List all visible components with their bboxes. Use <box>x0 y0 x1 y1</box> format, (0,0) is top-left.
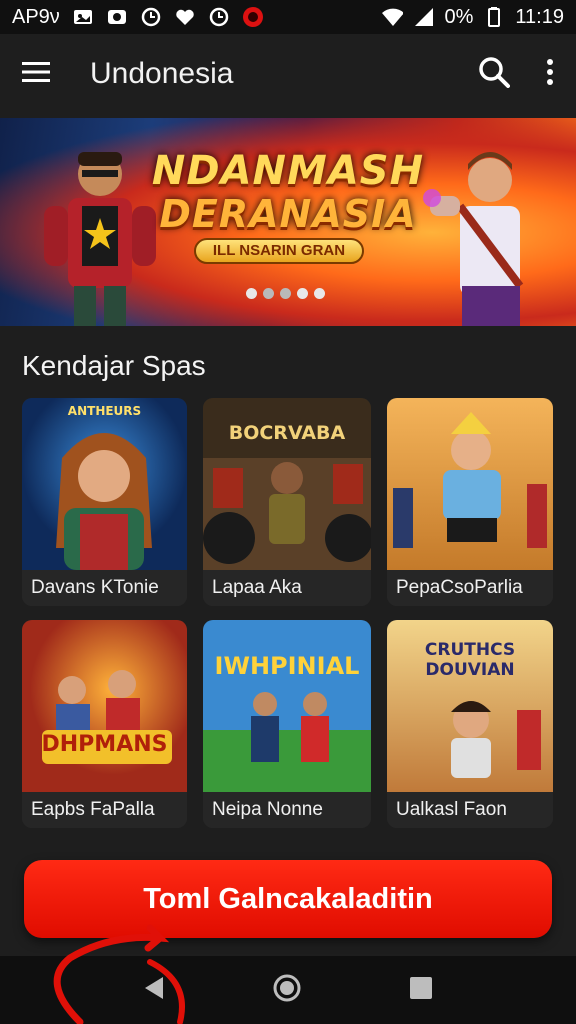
game-card-label: Neipa Nonne <box>203 792 371 828</box>
game-grid: ANTHEURS Davans KTonie BOCRVABA Lapaa Ak… <box>22 398 553 828</box>
game-card[interactable]: DHPMANS Eapbs FaPalla <box>22 620 187 828</box>
card-art-title: ANTHEURS <box>67 404 142 418</box>
game-card-label: PepaCsoParlia <box>387 570 553 606</box>
primary-cta-button[interactable]: Toml Galncakaladitin <box>24 860 552 938</box>
battery-icon <box>483 6 505 28</box>
carousel-dot[interactable] <box>246 288 257 299</box>
app-bar: Undonesia <box>0 34 576 114</box>
wifi-icon <box>381 6 403 28</box>
camera-icon <box>106 6 128 28</box>
card-art-title: CRUTHCS DOUVIAN <box>424 640 516 680</box>
game-card-label: Davans KTonie <box>22 570 187 606</box>
game-card[interactable]: PepaCsoParlia <box>387 398 553 606</box>
system-nav-bar <box>0 956 576 1024</box>
gallery-icon <box>72 6 94 28</box>
game-thumbnail <box>203 620 371 792</box>
game-thumbnail <box>22 398 187 570</box>
game-card-label: Lapaa Aka <box>203 570 371 606</box>
game-card-label: Ualkasl Faon <box>387 792 553 828</box>
promo-banner[interactable]: NDANMASH DERANASIA ILL NSARIN GRAN <box>0 118 576 326</box>
card-art-title: IWHPINIAL <box>214 652 360 680</box>
carousel-dot[interactable] <box>297 288 308 299</box>
carousel-dot[interactable] <box>314 288 325 299</box>
recents-icon[interactable] <box>409 976 433 1005</box>
carousel-dot[interactable] <box>263 288 274 299</box>
alarm-icon <box>208 6 230 28</box>
home-icon[interactable] <box>272 973 302 1008</box>
menu-icon[interactable] <box>22 61 50 88</box>
game-card[interactable]: BOCRVABA Lapaa Aka <box>203 398 371 606</box>
game-card[interactable]: IWHPINIAL Neipa Nonne <box>203 620 371 828</box>
more-vert-icon[interactable] <box>546 58 554 90</box>
status-bar: AP9ν 0% 11:19 <box>0 0 576 34</box>
carousel-dot[interactable] <box>280 288 291 299</box>
game-card[interactable]: ANTHEURS Davans KTonie <box>22 398 187 606</box>
game-card-label: Eapbs FaPalla <box>22 792 187 828</box>
clock-icon <box>140 6 162 28</box>
section-title: Kendajar Spas <box>22 350 206 381</box>
game-thumbnail <box>22 620 187 792</box>
carousel-dots[interactable] <box>246 288 325 299</box>
game-thumbnail <box>387 398 553 570</box>
app-notification-icon <box>242 6 264 28</box>
heart-icon <box>174 6 196 28</box>
app-title: Undonesia <box>90 57 234 90</box>
battery-percent: 0% <box>444 5 474 28</box>
banner-title-line2: DERANASIA <box>159 192 417 236</box>
banner-title-line1: NDANMASH <box>151 148 425 194</box>
game-card[interactable]: CRUTHCS DOUVIAN Ualkasl Faon <box>387 620 553 828</box>
search-icon[interactable] <box>478 56 510 93</box>
card-art-title: DHPMANS <box>41 732 168 757</box>
back-icon[interactable] <box>143 975 165 1006</box>
banner-ribbon: ILL NSARIN GRAN <box>194 238 364 264</box>
clock-time: 11:19 <box>515 5 564 28</box>
signal-icon <box>413 6 435 28</box>
carrier-label: AP9ν <box>12 5 60 28</box>
card-art-title: BOCRVABA <box>228 422 346 444</box>
